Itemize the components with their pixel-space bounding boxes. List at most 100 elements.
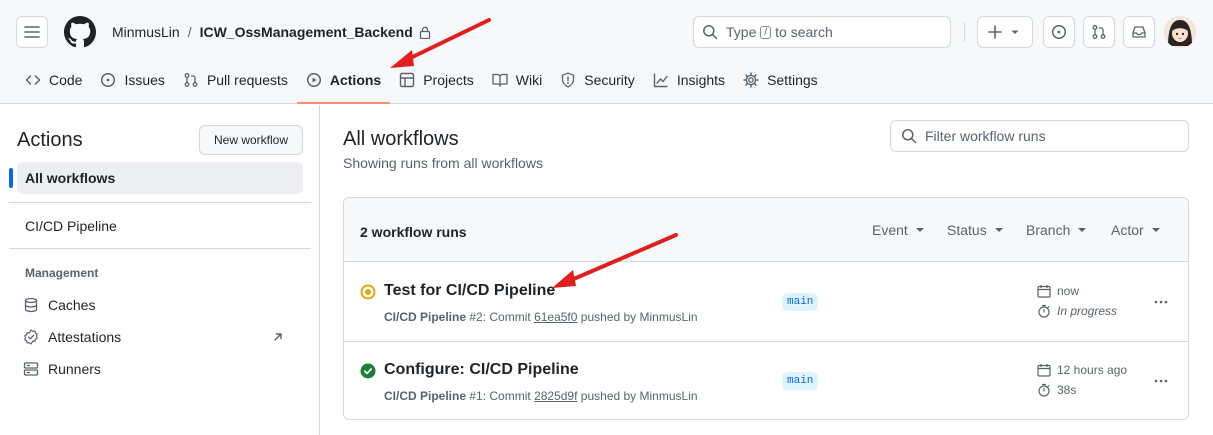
menu-button[interactable] xyxy=(16,16,48,48)
filter-menu-label: Event xyxy=(872,222,908,238)
kebab-horizontal-icon xyxy=(1154,300,1168,304)
sidebar-link-caches[interactable]: Caches xyxy=(17,289,303,321)
filter-workflow-runs-input[interactable]: Filter workflow runs xyxy=(890,120,1189,152)
tab-label: Settings xyxy=(767,72,818,88)
tab-label: Code xyxy=(49,72,83,88)
tab-wiki[interactable]: Wiki xyxy=(483,64,551,96)
lock-icon xyxy=(419,26,431,39)
filter-placeholder: Filter workflow runs xyxy=(925,128,1046,144)
caret-down-icon xyxy=(1151,228,1160,232)
filter-menu-label: Branch xyxy=(1026,222,1071,238)
repo-owner-link[interactable]: MinmusLin xyxy=(112,22,180,42)
tab-settings[interactable]: Settings xyxy=(734,64,827,96)
run-pushed-by: pushed by MinmusLin xyxy=(580,389,698,403)
sidebar-link-label: Caches xyxy=(48,297,96,313)
sidebar-link-runners[interactable]: Runners xyxy=(17,353,303,385)
branch-label[interactable]: main xyxy=(782,372,819,390)
repo-nav: Code Issues Pull requests Actions Projec… xyxy=(16,64,827,104)
commit-sha-link[interactable]: 61ea5f0 xyxy=(534,310,577,324)
tab-code[interactable]: Code xyxy=(16,64,91,96)
run-meta: CI/CD Pipeline #2: Commit 61ea5f0 pushed… xyxy=(384,310,698,324)
tab-label: Actions xyxy=(329,72,382,88)
tab-actions[interactable]: Actions xyxy=(296,64,391,104)
sidebar-link-label: Attestations xyxy=(48,329,122,345)
triangle-down-icon xyxy=(1011,30,1019,34)
new-workflow-button[interactable]: New workflow xyxy=(199,125,303,155)
caret-down-icon xyxy=(994,228,1003,232)
run-workflow-name: CI/CD Pipeline xyxy=(384,389,467,403)
git-pull-request-icon xyxy=(1092,25,1106,39)
calendar-icon xyxy=(1037,285,1051,298)
filter-menu-label: Status xyxy=(947,222,987,238)
branch-filter-menu[interactable]: Branch xyxy=(1026,222,1087,238)
sidebar-divider xyxy=(9,248,311,249)
sidebar-item-all-workflows[interactable]: All workflows xyxy=(9,162,303,194)
graph-icon xyxy=(653,73,668,88)
create-new-button[interactable] xyxy=(977,16,1033,48)
sidebar-divider xyxy=(9,202,311,203)
run-meta: CI/CD Pipeline #1: Commit 2825d9f pushed… xyxy=(384,389,698,403)
tab-insights[interactable]: Insights xyxy=(644,64,734,96)
sidebar-item-ci-cd-pipeline[interactable]: CI/CD Pipeline xyxy=(17,210,303,242)
tab-issues[interactable]: Issues xyxy=(91,64,173,96)
actions-sidebar: Actions New workflow All workflows CI/CD… xyxy=(0,105,320,435)
run-pushed-by: pushed by MinmusLin xyxy=(580,310,698,324)
inbox-button[interactable] xyxy=(1123,16,1155,48)
repo-name-link[interactable]: ICW_OssManagement_Backend xyxy=(200,22,413,42)
tab-label: Projects xyxy=(423,72,474,88)
page-title: All workflows xyxy=(343,128,459,150)
pull-requests-button[interactable] xyxy=(1083,16,1115,48)
tab-pull-requests[interactable]: Pull requests xyxy=(174,64,297,96)
run-title[interactable]: Configure: CI/CD Pipeline xyxy=(384,361,579,379)
run-more-options-button[interactable] xyxy=(1151,292,1171,312)
caret-down-icon xyxy=(915,228,924,232)
sidebar-title: Actions xyxy=(17,129,83,151)
verified-icon xyxy=(24,329,38,345)
sidebar-link-label: Runners xyxy=(48,361,101,377)
run-timestamp: now xyxy=(1037,284,1079,298)
shield-icon xyxy=(562,72,575,88)
workflow-runs-list: 2 workflow runs Event Status Branch Acto… xyxy=(343,197,1189,420)
run-title[interactable]: Test for CI/CD Pipeline xyxy=(384,282,555,300)
run-workflow-name: CI/CD Pipeline xyxy=(384,310,467,324)
tab-label: Security xyxy=(584,72,635,88)
workflow-run-row[interactable]: Test for CI/CD Pipeline CI/CD Pipeline #… xyxy=(344,263,1188,342)
external-link-arrow-icon xyxy=(272,330,293,346)
status-filter-menu[interactable]: Status xyxy=(947,222,1003,238)
inbox-icon xyxy=(1132,26,1146,38)
sidebar-link-attestations[interactable]: Attestations xyxy=(17,321,303,353)
runs-count: 2 workflow runs xyxy=(360,224,467,240)
hamburger-icon xyxy=(24,26,40,38)
event-filter-menu[interactable]: Event xyxy=(872,222,924,238)
breadcrumb-separator: / xyxy=(187,24,192,40)
tab-security[interactable]: Security xyxy=(551,64,644,96)
tab-projects[interactable]: Projects xyxy=(390,64,483,96)
database-icon xyxy=(24,297,38,313)
global-search-input[interactable]: Type / to search xyxy=(693,16,951,48)
run-duration-text: In progress xyxy=(1057,304,1118,318)
commit-sha-link[interactable]: 2825d9f xyxy=(534,389,577,403)
search-shortcut-key: / xyxy=(760,25,772,39)
branch-label[interactable]: main xyxy=(782,293,819,311)
actor-filter-menu[interactable]: Actor xyxy=(1111,222,1160,238)
caret-down-icon xyxy=(1078,228,1087,232)
run-more-options-button[interactable] xyxy=(1151,371,1171,391)
sidebar-item-label: CI/CD Pipeline xyxy=(25,218,117,234)
success-status-icon xyxy=(360,363,376,379)
tab-label: Wiki xyxy=(515,72,543,88)
run-number: #1: Commit xyxy=(469,389,531,403)
tab-label: Pull requests xyxy=(206,72,288,88)
issues-button[interactable] xyxy=(1043,16,1075,48)
workflow-run-row[interactable]: Configure: CI/CD Pipeline CI/CD Pipeline… xyxy=(344,342,1188,419)
global-header: MinmusLin / ICW_OssManagement_Backend Ty… xyxy=(0,0,1213,104)
page-subtitle: Showing runs from all workflows xyxy=(343,155,543,171)
calendar-icon xyxy=(1037,364,1051,377)
github-logo-icon[interactable] xyxy=(64,16,96,48)
search-icon xyxy=(703,25,718,40)
stopwatch-icon xyxy=(1038,383,1050,397)
run-timestamp: 12 hours ago xyxy=(1037,363,1127,377)
kebab-horizontal-icon xyxy=(1154,379,1168,383)
user-avatar[interactable] xyxy=(1164,16,1196,48)
tab-label: Issues xyxy=(124,72,165,88)
search-prompt-prefix: Type xyxy=(726,24,757,40)
